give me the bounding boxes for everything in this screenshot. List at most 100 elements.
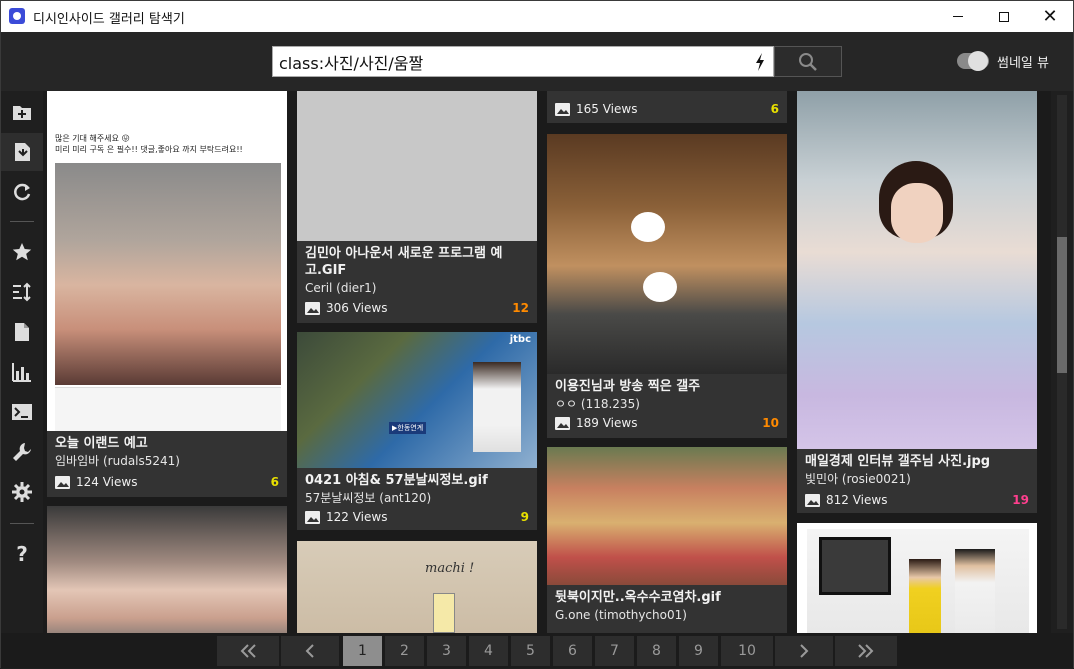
gallery-card[interactable] <box>797 523 1037 633</box>
search-field[interactable] <box>272 46 774 77</box>
sidebar-item-refresh[interactable] <box>1 173 43 211</box>
drawing-text: machi ! <box>425 561 475 576</box>
image-icon <box>805 493 820 507</box>
image-count: 12 <box>512 301 529 315</box>
scroll-thumb[interactable] <box>1057 237 1067 373</box>
thumbnail-caption: 많은 기대 해주세요 😛 <box>55 134 130 143</box>
prev-page-button[interactable] <box>281 636 339 666</box>
gallery-card[interactable] <box>47 506 287 633</box>
vertical-scrollbar[interactable] <box>1051 91 1073 633</box>
minimize-icon <box>953 16 963 17</box>
chart-icon <box>12 363 31 382</box>
sidebar-item-document[interactable] <box>1 313 43 351</box>
title-bar: 디시인사이드 갤러리 탐색기 ✕ <box>1 1 1073 32</box>
presenter <box>473 362 521 452</box>
page-button-6[interactable]: 6 <box>553 636 592 666</box>
page-button-3[interactable]: 3 <box>427 636 466 666</box>
card-views: 122 Views <box>305 510 387 524</box>
gallery-card[interactable]: jtbc ▶한동연계 0421 아침& 57분날씨정보.gif 57분날씨정보 … <box>297 332 537 530</box>
person <box>955 549 995 633</box>
card-thumbnail[interactable]: machi ! <box>297 541 537 633</box>
gallery-card[interactable]: 많은 기대 해주세요 😛 미리 미리 구독 은 필수!! 댓글,좋아요 까지 부… <box>47 91 287 497</box>
views-count: 189 Views <box>576 416 638 430</box>
card-thumbnail[interactable] <box>547 134 787 374</box>
image-count: 9 <box>520 510 529 524</box>
chevron-left-icon <box>305 644 314 658</box>
page-button-7[interactable]: 7 <box>595 636 634 666</box>
card-info: 뒷북이지만..옥수수코염차.gif G.one (timothycho01) <box>547 585 787 633</box>
views-count: 165 Views <box>576 102 638 116</box>
close-button[interactable]: ✕ <box>1027 1 1073 32</box>
card-thumbnail[interactable]: jtbc ▶한동연계 <box>297 332 537 468</box>
card-thumbnail[interactable] <box>547 447 787 585</box>
card-author: 빛민아 (rosie0021) <box>805 472 911 486</box>
search-input[interactable] <box>279 51 739 73</box>
sidebar-item-help[interactable]: ? <box>1 535 43 573</box>
first-page-button[interactable] <box>217 636 279 666</box>
card-thumbnail[interactable] <box>297 91 537 241</box>
thumbnail-caption: 미리 미리 구독 은 필수!! 댓글,좋아요 까지 부탁드려요!! <box>55 145 243 154</box>
gallery-card[interactable]: 매일경제 인터뷰 갤주님 사진.jpg 빛민아 (rosie0021) 812 … <box>797 91 1037 513</box>
gallery-card[interactable]: 뒷북이지만..옥수수코염차.gif G.one (timothycho01) <box>547 447 787 633</box>
card-title: 0421 아침& 57분날씨정보.gif <box>305 473 488 488</box>
sidebar-item-settings[interactable] <box>1 473 43 511</box>
card-views: 812 Views <box>805 493 887 507</box>
card-thumbnail[interactable]: 많은 기대 해주세요 😛 미리 미리 구독 은 필수!! 댓글,좋아요 까지 부… <box>47 91 287 431</box>
views-count: 306 Views <box>326 301 388 315</box>
sidebar: ? <box>1 91 43 669</box>
double-chevron-left-icon <box>240 644 256 658</box>
card-title: 뒷북이지만..옥수수코염차.gif <box>555 590 721 605</box>
sidebar-item-import[interactable] <box>1 133 43 171</box>
chevron-right-icon <box>800 644 809 658</box>
bolt-icon[interactable] <box>753 51 767 73</box>
toggle-knob <box>968 51 988 71</box>
image-icon <box>555 416 570 430</box>
search-button[interactable] <box>774 46 842 77</box>
page-button-5[interactable]: 5 <box>511 636 550 666</box>
gallery-card[interactable]: 김민아 아나운서 새로운 프로그램 예고.GIF Ceril (dier1) 3… <box>297 91 537 323</box>
card-author: 임바임바 (rudals5241) <box>55 454 180 468</box>
sidebar-divider <box>10 221 34 222</box>
star-icon <box>12 243 32 261</box>
card-author: G.one (timothycho01) <box>555 608 687 622</box>
page-button-9[interactable]: 9 <box>679 636 718 666</box>
page-button-8[interactable]: 8 <box>637 636 676 666</box>
page-button-4[interactable]: 4 <box>469 636 508 666</box>
sidebar-item-sort[interactable] <box>1 273 43 311</box>
sidebar-item-add[interactable] <box>1 93 43 131</box>
next-page-button[interactable] <box>775 636 833 666</box>
page-button-2[interactable]: 2 <box>385 636 424 666</box>
sidebar-item-statistics[interactable] <box>1 353 43 391</box>
image-count: 10 <box>762 416 779 430</box>
card-views: 306 Views <box>305 301 387 315</box>
gallery-card[interactable]: 165 Views 6 <box>547 91 787 123</box>
card-title: 이용진님과 방송 찍은 갤주 <box>555 379 701 394</box>
import-icon <box>15 143 30 161</box>
card-thumbnail[interactable] <box>47 506 287 633</box>
maximize-icon <box>999 11 1009 22</box>
views-count: 812 Views <box>826 493 888 507</box>
add-folder-icon <box>13 106 31 120</box>
gallery-card[interactable]: 이용진님과 방송 찍은 갤주 ㅇㅇ (118.235) 189 Views 10 <box>547 134 787 438</box>
refresh-icon <box>14 183 31 201</box>
card-views: 124 Views <box>55 475 137 489</box>
image-count: 19 <box>1012 493 1029 507</box>
card-thumbnail[interactable] <box>797 523 1037 633</box>
sidebar-item-terminal[interactable] <box>1 393 43 431</box>
maximize-button[interactable] <box>981 1 1027 32</box>
last-page-button[interactable] <box>835 636 897 666</box>
page-button-1[interactable]: 1 <box>343 636 382 666</box>
sidebar-item-favorites[interactable] <box>1 233 43 271</box>
face <box>891 183 943 243</box>
sidebar-item-tools[interactable] <box>1 433 43 471</box>
sort-icon <box>13 282 31 302</box>
card-thumbnail[interactable] <box>797 91 1037 449</box>
sidebar-divider <box>10 523 34 524</box>
thumbnail-view-toggle[interactable] <box>957 51 989 71</box>
page-button-10[interactable]: 10 <box>721 636 773 666</box>
pagination: 1 2 3 4 5 6 7 8 9 10 <box>1 633 1073 668</box>
gallery-card[interactable]: machi ! <box>297 541 537 633</box>
views-count: 122 Views <box>326 510 388 524</box>
minimize-button[interactable] <box>935 1 981 32</box>
app-logo-icon <box>9 8 25 24</box>
